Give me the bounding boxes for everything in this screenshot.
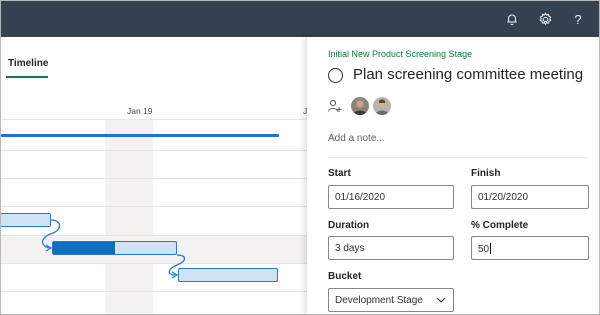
- row-divider: [1, 263, 307, 264]
- duration-value: 3 days: [335, 243, 365, 254]
- bucket-label: Bucket: [328, 271, 362, 282]
- duration-label: Duration: [328, 220, 370, 231]
- task-bar-selected[interactable]: [52, 241, 177, 255]
- top-bar: ?: [1, 1, 599, 37]
- assign-person-icon[interactable]: [327, 98, 343, 114]
- start-label: Start: [328, 168, 351, 179]
- start-date-field[interactable]: 01/16/2020: [328, 185, 454, 209]
- weekend-shade: [105, 119, 153, 314]
- tab-timeline-underline: [6, 76, 48, 78]
- bell-icon[interactable]: [502, 9, 522, 29]
- timeline-pane: Timeline Jan 19 J: [1, 37, 307, 314]
- task-details-panel: Initial New Product Screening Stage Plan…: [307, 37, 599, 314]
- row-divider: [1, 235, 307, 236]
- text-caret: [490, 243, 492, 254]
- help-icon[interactable]: ?: [568, 9, 588, 29]
- bucket-select-value: Development Stage: [335, 295, 423, 306]
- row-divider: [1, 178, 307, 179]
- task-bar[interactable]: [178, 268, 278, 282]
- bucket-breadcrumb[interactable]: Initial New Product Screening Stage: [328, 49, 472, 59]
- row-divider: [1, 206, 307, 207]
- task-bar[interactable]: [1, 213, 51, 227]
- gear-icon[interactable]: [535, 9, 555, 29]
- bucket-select[interactable]: Development Stage: [328, 288, 454, 312]
- duration-field[interactable]: 3 days: [328, 236, 454, 260]
- help-glyph: ?: [574, 11, 582, 27]
- row-divider: [1, 150, 307, 151]
- percent-complete-field[interactable]: 50: [471, 236, 589, 260]
- app-window: ? Timeline Jan 19 J Initial New Product …: [0, 0, 600, 315]
- timeline-axis: [1, 119, 307, 120]
- panel-divider: [328, 157, 588, 158]
- row-divider: [1, 291, 307, 292]
- complete-task-checkbox[interactable]: [328, 68, 343, 83]
- start-date-value: 01/16/2020: [335, 192, 386, 203]
- percent-complete-value: 50: [478, 244, 490, 255]
- note-input[interactable]: Add a note...: [328, 133, 385, 144]
- finish-label: Finish: [471, 168, 501, 179]
- task-title[interactable]: Plan screening committee meeting: [353, 66, 583, 83]
- percent-complete-label: % Complete: [471, 220, 529, 231]
- chevron-down-icon: [436, 296, 446, 304]
- finish-date-value: 01/20/2020: [478, 192, 529, 203]
- finish-date-field[interactable]: 01/20/2020: [471, 185, 589, 209]
- date-label-jan19: Jan 19: [127, 106, 153, 116]
- task-progress-fill: [53, 242, 115, 254]
- summary-task-bar[interactable]: [1, 134, 279, 137]
- assignee-avatar[interactable]: [373, 97, 391, 115]
- tab-timeline[interactable]: Timeline: [8, 58, 48, 69]
- assignee-avatar[interactable]: [351, 97, 369, 115]
